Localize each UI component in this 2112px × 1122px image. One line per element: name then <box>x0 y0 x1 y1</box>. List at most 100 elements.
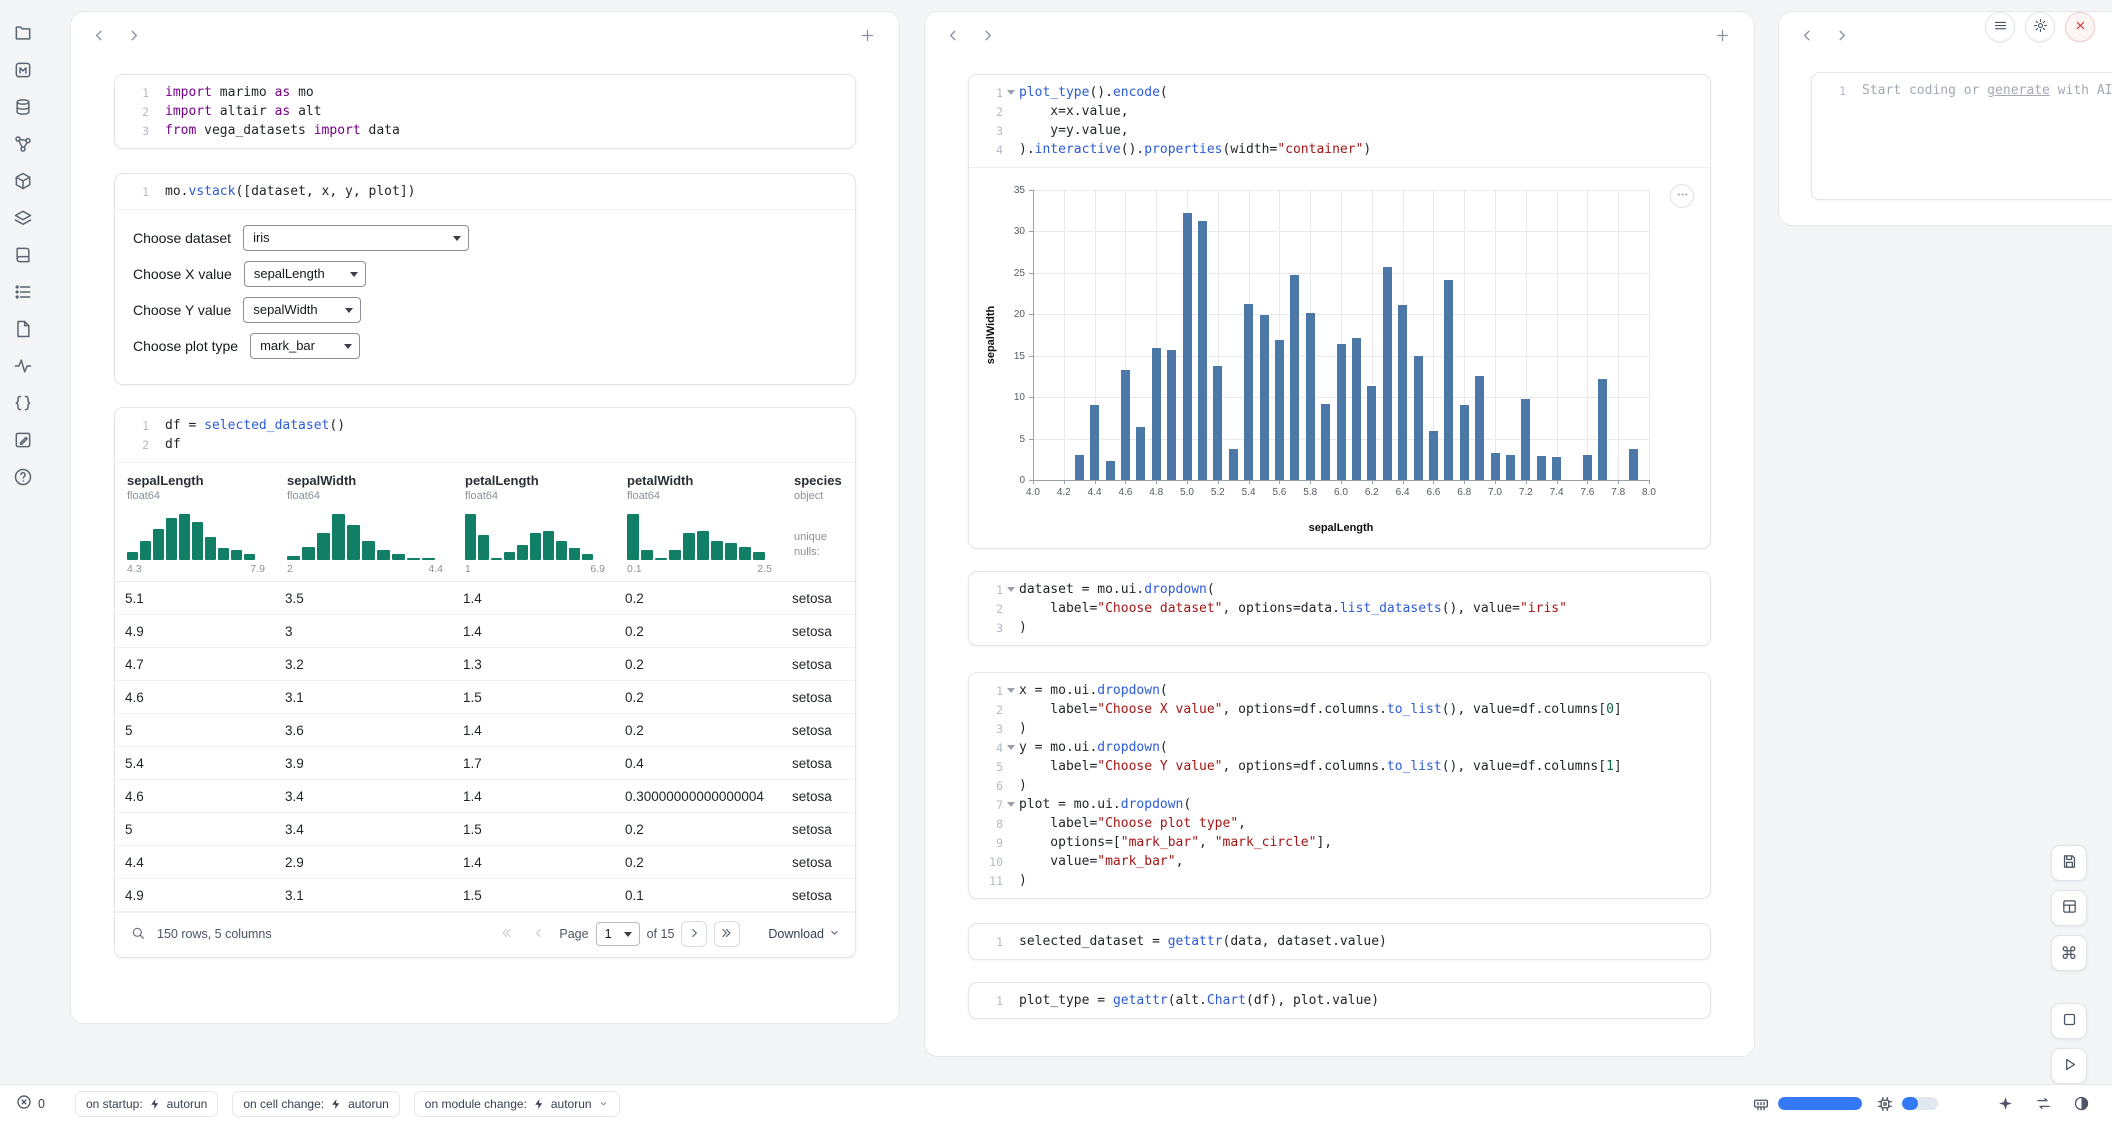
bar <box>1398 305 1407 480</box>
choose-dataset-select[interactable]: iris <box>243 225 469 251</box>
altair-bar-chart[interactable]: 4.04.24.44.64.85.05.25.45.65.86.06.26.46… <box>975 176 1675 544</box>
activity-layers-icon[interactable] <box>13 207 35 229</box>
command-palette-button[interactable]: ⌘ <box>2051 935 2087 971</box>
runtime-config-chip[interactable]: on startup:autorun <box>75 1091 218 1117</box>
fold-chevron-icon[interactable] <box>1003 688 1019 693</box>
code-editor[interactable]: 1mo.vstack([dataset, x, y, plot]) <box>115 174 855 209</box>
activity-book-icon[interactable] <box>13 244 35 266</box>
new-cell-editor[interactable]: 1Start coding or generate with AI. <box>1812 73 2112 108</box>
x-tick-label: 5.2 <box>1211 487 1225 498</box>
fold-chevron-icon[interactable] <box>1003 587 1019 592</box>
settings-button[interactable] <box>2025 12 2055 42</box>
chevron-left-icon <box>91 27 111 44</box>
code-line: 3) <box>973 618 1698 637</box>
column-move-right-button[interactable] <box>125 25 145 45</box>
add-cell-button[interactable] <box>859 25 879 45</box>
choose-x-value-select[interactable]: sepalLength <box>244 261 366 287</box>
download-button[interactable]: Download <box>768 926 841 942</box>
table-cell: 0.30000000000000004 <box>625 789 792 804</box>
first-page-button[interactable] <box>493 921 519 947</box>
activity-database-icon[interactable] <box>13 96 35 118</box>
code-line: 1import marimo as mo <box>119 83 843 102</box>
table-cell: 3.1 <box>285 690 463 705</box>
runtime-config-chip[interactable]: on module change:autorun <box>414 1091 620 1117</box>
fold-chevron-icon[interactable] <box>1003 802 1019 807</box>
code-editor[interactable]: 1selected_dataset = getattr(data, datase… <box>969 924 1710 959</box>
code-line: 8 label="Choose plot type", <box>973 814 1698 833</box>
notebook-menu-button[interactable] <box>1985 12 2015 42</box>
column-header-petalLength[interactable]: petalLengthfloat6416.9 <box>463 463 625 581</box>
generate-with-ai-link[interactable]: generate <box>1987 83 2050 98</box>
chart-actions-button[interactable] <box>1670 184 1694 208</box>
activity-marimo-logo-icon[interactable] <box>13 59 35 81</box>
x-axis-title: sepalLength <box>1309 522 1374 534</box>
table-row: 4.63.11.50.2setosa <box>115 681 855 714</box>
table-cell: 3.4 <box>285 789 463 804</box>
table-cell: setosa <box>792 855 855 870</box>
column-move-left-button[interactable] <box>91 25 111 45</box>
table-search-button[interactable] <box>129 925 147 943</box>
column-header-sepalLength[interactable]: sepalLengthfloat644.37.9 <box>125 463 285 581</box>
table-cell: 1.7 <box>463 756 625 771</box>
table-cell: setosa <box>792 888 855 903</box>
activity-graph-icon[interactable] <box>13 133 35 155</box>
previous-page-button[interactable] <box>526 921 552 947</box>
table-cell: 1.5 <box>463 690 625 705</box>
activity-help-icon[interactable] <box>13 466 35 488</box>
column-header-petalWidth[interactable]: petalWidthfloat640.12.5 <box>625 463 792 581</box>
fold-chevron-icon[interactable] <box>1003 745 1019 750</box>
code-editor[interactable]: 1x = mo.ui.dropdown(2 label="Choose X va… <box>969 673 1710 898</box>
activity-files-icon[interactable] <box>13 22 35 44</box>
code-editor[interactable]: 1import marimo as mo2import altair as al… <box>115 75 855 148</box>
x-tick-label: 7.0 <box>1488 487 1502 498</box>
run-button[interactable] <box>2051 1048 2087 1084</box>
column-header-species[interactable]: speciesobjectuniquenulls: <box>792 463 855 581</box>
table-cell: 0.2 <box>625 690 792 705</box>
shutdown-button[interactable] <box>2065 12 2095 42</box>
activity-pen-square-icon[interactable] <box>13 429 35 451</box>
activity-document-icon[interactable] <box>13 318 35 340</box>
chip-label: on cell change: <box>243 1097 324 1111</box>
column-move-left-button[interactable] <box>1799 25 1819 45</box>
code-editor[interactable]: 1dataset = mo.ui.dropdown(2 label="Choos… <box>969 572 1710 645</box>
ai-assistant-button[interactable] <box>1996 1095 2014 1113</box>
layout-button[interactable] <box>2051 890 2087 926</box>
code-editor[interactable]: 1df = selected_dataset()2df <box>115 408 855 462</box>
column-header-sepalWidth[interactable]: sepalWidthfloat6424.4 <box>285 463 463 581</box>
add-cell-button[interactable] <box>1714 25 1734 45</box>
column-move-left-button[interactable] <box>945 25 965 45</box>
next-page-button[interactable] <box>681 921 707 947</box>
code-editor[interactable]: 1plot_type = getattr(alt.Chart(df), plot… <box>969 983 1710 1018</box>
x-tick-label: 7.2 <box>1519 487 1533 498</box>
column-move-right-button[interactable] <box>979 25 999 45</box>
errors-button[interactable]: 0 <box>10 1090 51 1117</box>
fold-chevron-icon[interactable] <box>1003 90 1019 95</box>
table-cell: 2.9 <box>285 855 463 870</box>
last-page-button[interactable] <box>714 921 740 947</box>
choose-y-value-select[interactable]: sepalWidth <box>243 297 361 323</box>
cell-xy-plot-dropdowns: 1x = mo.ui.dropdown(2 label="Choose X va… <box>968 672 1711 899</box>
x-tick-label: 6.6 <box>1426 487 1440 498</box>
code-editor[interactable]: 1plot_type().encode(2 x=x.value,3 y=y.va… <box>969 75 1710 167</box>
activity-braces-icon[interactable] <box>13 392 35 414</box>
theme-toggle-button[interactable] <box>2072 1095 2090 1113</box>
save-button[interactable] <box>2051 845 2087 881</box>
column-histogram <box>627 510 780 560</box>
column-move-right-button[interactable] <box>1833 25 1853 45</box>
column-histogram <box>127 510 273 560</box>
activity-list-icon[interactable] <box>13 281 35 303</box>
zap-icon <box>149 1098 161 1110</box>
activity-activity-icon[interactable] <box>13 355 35 377</box>
bar <box>1460 405 1469 480</box>
chart-output[interactable]: 4.04.24.44.64.85.05.25.45.65.86.06.26.46… <box>969 167 1710 548</box>
status-bar: 0 on startup:autorun on cell change:autor… <box>0 1084 2112 1122</box>
app-view-button[interactable] <box>2051 1003 2087 1039</box>
choose-plot-type-select[interactable]: mark_bar <box>250 333 360 359</box>
chip-label: on startup: <box>86 1097 143 1111</box>
sync-button[interactable] <box>2034 1095 2052 1113</box>
page-select[interactable]: 1 <box>596 922 640 946</box>
runtime-config-chip[interactable]: on cell change:autorun <box>232 1091 399 1117</box>
y-tick-label: 5 <box>995 434 1025 445</box>
activity-package-icon[interactable] <box>13 170 35 192</box>
table-cell: 3 <box>285 624 463 639</box>
